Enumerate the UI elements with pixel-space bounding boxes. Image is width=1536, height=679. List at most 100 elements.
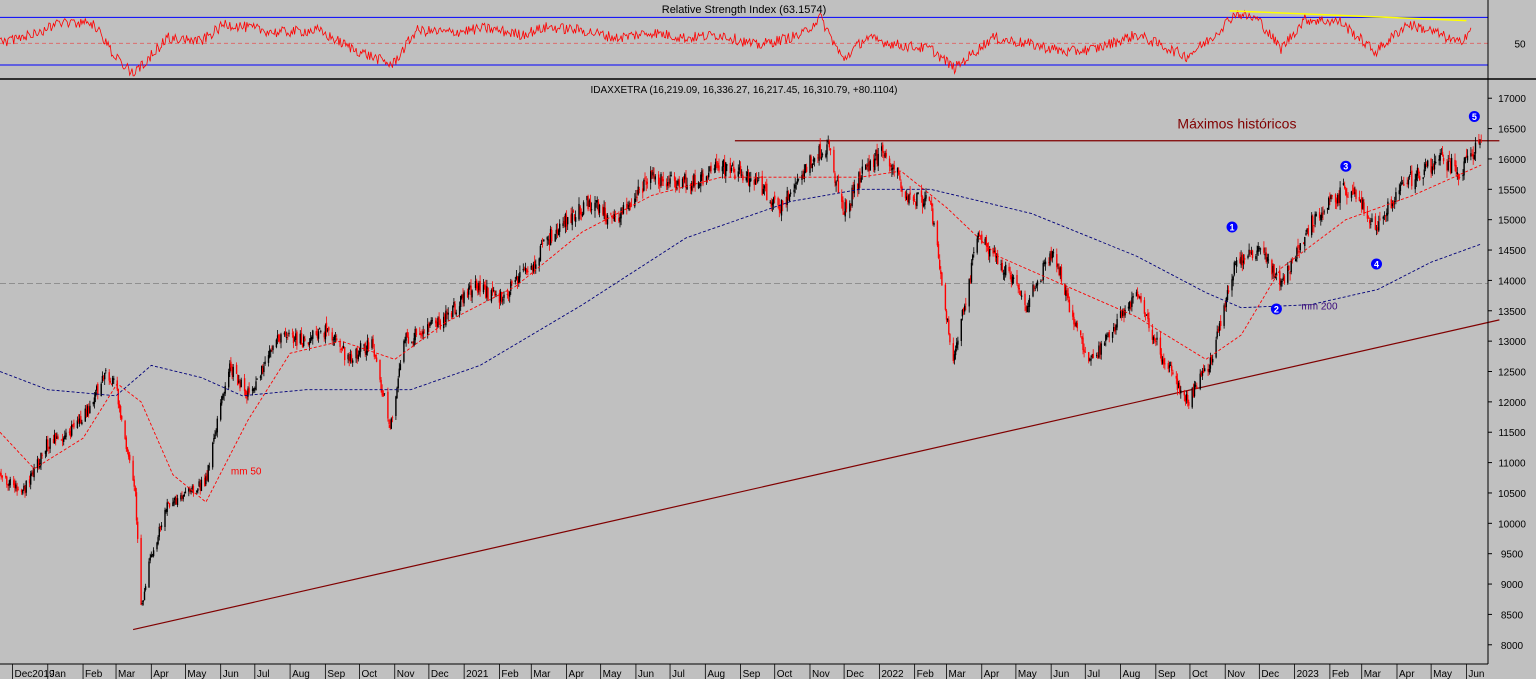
candle-body (793, 189, 795, 193)
candle-body (989, 248, 991, 257)
candle-body (1183, 391, 1185, 396)
candle-body (88, 407, 90, 414)
candle-body (722, 159, 725, 167)
candle-body (300, 332, 303, 345)
candle-body (55, 433, 57, 441)
candle-body (30, 473, 32, 485)
candle-body (264, 361, 266, 364)
x-tick-label: Dec (846, 669, 864, 679)
candle-body (388, 419, 390, 425)
candle-body (1191, 388, 1193, 408)
candle-body (945, 310, 948, 320)
candle-body (805, 166, 808, 172)
candle-body (151, 554, 154, 556)
candle-body (885, 153, 887, 157)
x-tick-label: Apr (153, 669, 169, 679)
candle-body (1423, 169, 1425, 175)
candle-body (126, 447, 129, 452)
candle-body (543, 239, 545, 242)
candle-body (1009, 273, 1011, 275)
candle-body (909, 192, 911, 195)
candle-body (797, 178, 800, 180)
candle-body (1090, 358, 1092, 361)
candle-body (228, 371, 230, 388)
candle-body (646, 181, 648, 184)
candle-body (706, 177, 709, 178)
candle-body (1304, 237, 1306, 246)
candle-body (1439, 152, 1441, 161)
candle-body (1259, 248, 1262, 250)
candle-body (1156, 337, 1158, 340)
candle-body (192, 485, 195, 494)
candle-body (1374, 216, 1377, 230)
rsi-panel: Relative Strength Index (63.1574) 50 (0, 0, 1526, 78)
candle-body (718, 165, 720, 171)
candle-body (936, 221, 939, 246)
candle-body (168, 503, 171, 507)
candle-body (275, 339, 278, 348)
candle-body (1111, 332, 1114, 338)
candle-body (113, 378, 115, 380)
candle-body (613, 214, 615, 222)
candle-body (397, 378, 399, 388)
candle-body (1448, 158, 1450, 159)
candle-body (1273, 264, 1275, 277)
x-tick-label: Jul (672, 669, 685, 679)
candle-body (1366, 210, 1369, 219)
candle-body (129, 454, 131, 461)
candle-body (172, 502, 174, 507)
candle-body (742, 175, 744, 181)
candle-body (1456, 172, 1458, 175)
candle-body (1052, 252, 1055, 254)
candle-body (254, 388, 256, 389)
candle-body (932, 208, 934, 224)
candle-body (994, 250, 997, 257)
candle-body (292, 335, 295, 344)
candle-body (970, 262, 973, 283)
candle-body (468, 287, 470, 295)
candle-body (1207, 368, 1209, 372)
candle-body (1098, 345, 1100, 358)
candle-body (1378, 221, 1380, 231)
candle-body (458, 306, 461, 315)
candle-body (953, 354, 956, 361)
candle-body (1241, 254, 1243, 266)
candle-body (865, 164, 867, 170)
candle-body (109, 380, 111, 383)
x-tick-label: Oct (361, 669, 377, 679)
candle-body (323, 333, 325, 338)
candle-body (946, 318, 949, 321)
candle-body (1478, 139, 1480, 143)
candle-body (152, 550, 155, 557)
candle-body (383, 393, 386, 395)
candle-body (140, 538, 142, 605)
rsi-y-axis: 50 (1514, 39, 1526, 50)
candle-body (460, 296, 462, 307)
candle-body (84, 408, 86, 422)
candle-body (286, 337, 288, 338)
candle-body (605, 219, 607, 222)
candle-body (303, 336, 305, 347)
candle-body (948, 319, 950, 334)
candle-body (1235, 260, 1238, 267)
candle-body (1005, 264, 1007, 276)
candle-body (415, 328, 418, 335)
candle-body (230, 361, 232, 368)
candle-body (653, 174, 655, 177)
candle-body (1296, 247, 1298, 259)
candle-body (1032, 284, 1034, 297)
candle-body (519, 272, 521, 278)
candle-body (493, 290, 495, 291)
candle-body (1415, 174, 1417, 181)
candle-body (1025, 306, 1027, 311)
candle-body (81, 422, 83, 424)
candle-body (559, 223, 561, 232)
candle-body (874, 158, 876, 171)
candle-body (288, 332, 290, 335)
candle-body (1242, 260, 1245, 264)
candle-body (1379, 218, 1381, 220)
candle-body (207, 465, 209, 482)
candle-body (780, 199, 783, 216)
candle-body (713, 168, 716, 171)
candle-body (142, 600, 144, 602)
